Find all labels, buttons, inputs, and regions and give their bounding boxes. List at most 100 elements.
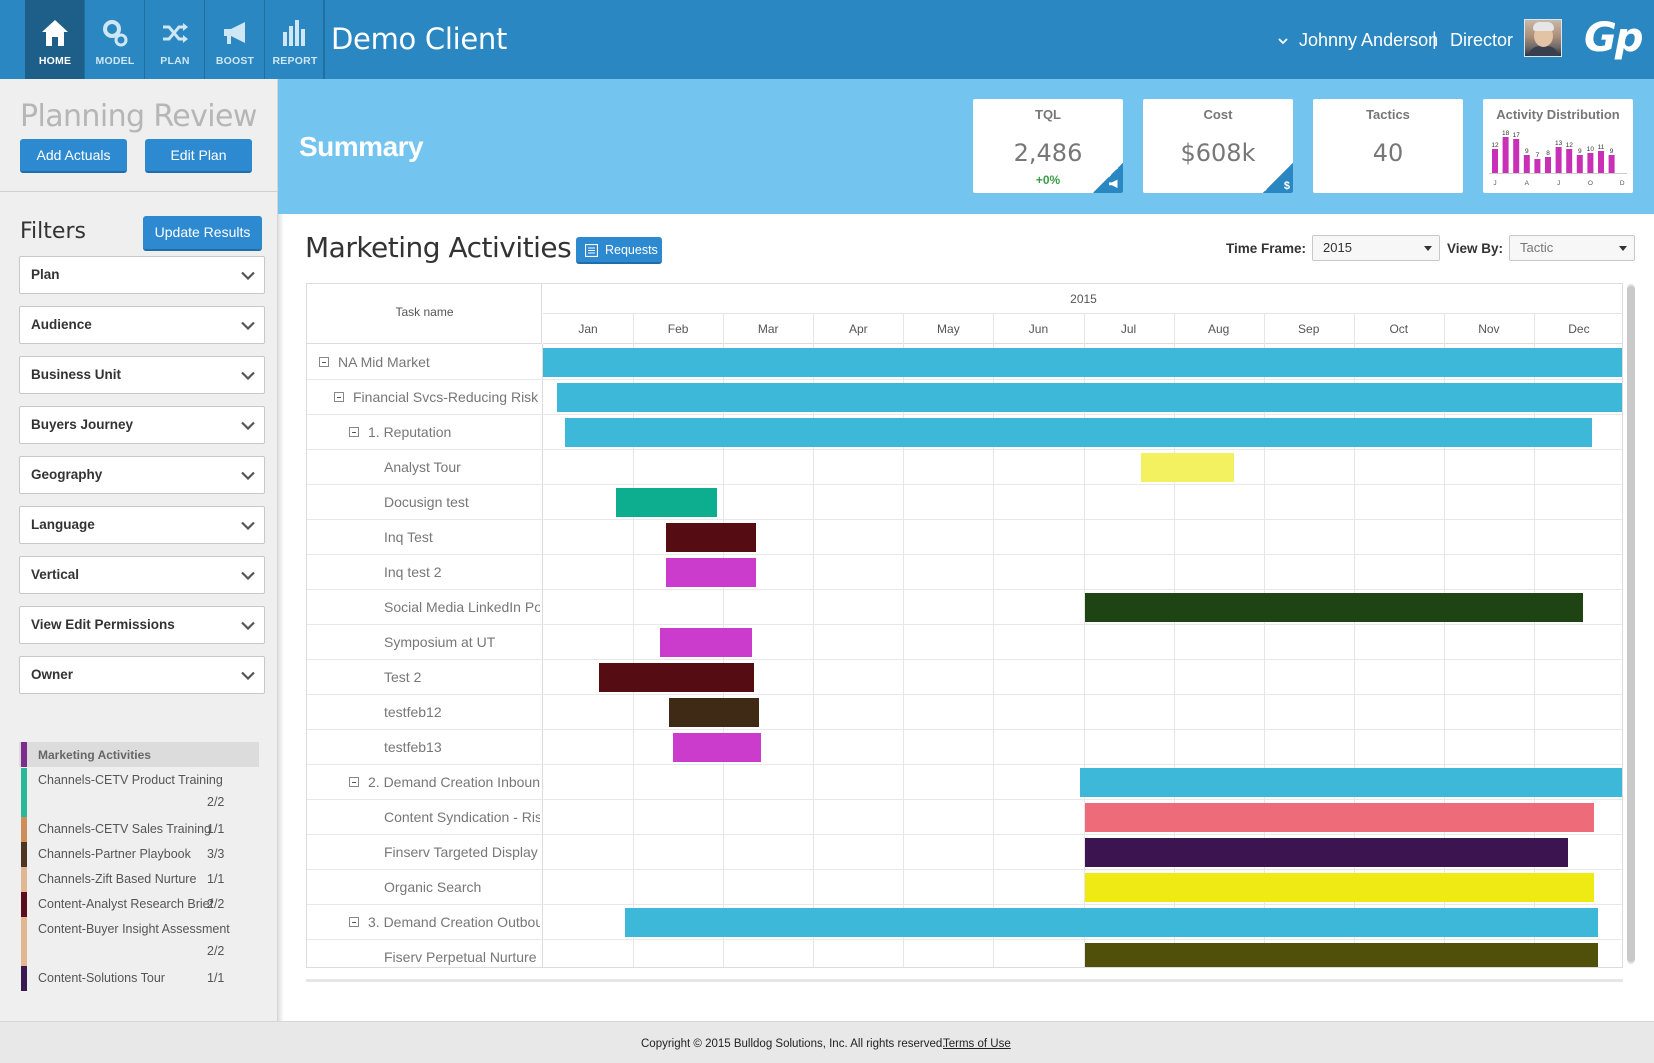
month-label: Jan	[578, 322, 598, 336]
gantt-task-label[interactable]: Docusign test	[384, 494, 540, 510]
kpi-cost-card[interactable]: Cost $608k $	[1143, 99, 1293, 193]
gantt-task-label[interactable]: Analyst Tour	[384, 459, 540, 475]
filter-dropdown-language[interactable]: Language	[19, 506, 265, 544]
gantt-task-label[interactable]: testfeb12	[384, 704, 540, 720]
view-by-select[interactable]: Tactic	[1509, 235, 1635, 261]
nav-home[interactable]: HOME	[25, 0, 85, 79]
filter-dropdown-buyers-journey[interactable]: Buyers Journey	[19, 406, 265, 444]
gantt-bar[interactable]	[1141, 453, 1234, 482]
gantt-bar[interactable]	[624, 908, 1598, 937]
distribution-bar-label: 10	[1587, 146, 1595, 153]
filter-dropdown-audience[interactable]: Audience	[19, 306, 265, 344]
gantt-task-label[interactable]: Content Syndication - Ris	[384, 809, 540, 825]
gantt-task-label[interactable]: Fiserv Perpetual Nurture	[384, 949, 540, 965]
legend-item[interactable]: Channels-CETV Sales Training 1/1	[19, 817, 259, 842]
nav-boost[interactable]: BOOST	[205, 0, 265, 79]
gantt-scrollbar[interactable]	[1627, 284, 1635, 964]
caret-down-icon	[1619, 246, 1627, 251]
gantt-bar[interactable]	[615, 488, 717, 517]
legend-item[interactable]: Content-Solutions Tour 1/1	[19, 966, 259, 991]
user-name[interactable]: Johnny Anderson	[1299, 30, 1438, 51]
gantt-task-label[interactable]: Inq test 2	[384, 564, 540, 580]
gantt-task-label[interactable]: Social Media LinkedIn Po	[384, 599, 540, 615]
panel-shadow	[278, 79, 284, 1021]
gantt-bar[interactable]	[666, 523, 757, 552]
gantt-bar[interactable]	[1085, 943, 1598, 967]
terms-of-use-link[interactable]: Terms of Use	[943, 1038, 1011, 1050]
avatar[interactable]	[1524, 19, 1562, 57]
gantt-task-label[interactable]: 1. Reputation	[368, 424, 540, 440]
nav-model[interactable]: MODEL	[85, 0, 145, 79]
gantt-task-label[interactable]: 2. Demand Creation Inboun	[368, 774, 540, 790]
legend-item-label: Channels-Partner Playbook	[38, 847, 191, 861]
kpi-tactics-card[interactable]: Tactics 40	[1313, 99, 1463, 193]
gantt-task-label[interactable]: Test 2	[384, 669, 540, 685]
gantt-task-label[interactable]: Inq Test	[384, 529, 540, 545]
add-actuals-button[interactable]: Add Actuals	[20, 139, 127, 173]
time-frame-select[interactable]: 2015	[1312, 235, 1440, 261]
distribution-bar	[1534, 159, 1541, 173]
kpi-tql-card[interactable]: TQL 2,486 +0%	[973, 99, 1123, 193]
edit-plan-button[interactable]: Edit Plan	[145, 139, 252, 173]
distribution-x-label: J	[1557, 180, 1560, 187]
gantt-bar[interactable]	[1085, 873, 1595, 902]
legend-item[interactable]: Channels-Partner Playbook 3/3	[19, 842, 259, 867]
gantt-task-label[interactable]: Financial Svcs-Reducing Risk v	[353, 389, 540, 405]
filter-dropdown-view-edit-permissions[interactable]: View Edit Permissions	[19, 606, 265, 644]
distribution-bar	[1576, 155, 1583, 173]
column-divider	[542, 344, 543, 967]
gantt-bar[interactable]	[666, 558, 757, 587]
filter-dropdown-plan[interactable]: Plan	[19, 256, 265, 294]
kpi-value: 40	[1372, 139, 1404, 167]
chevron-down-icon	[241, 671, 255, 680]
nav-model-label: MODEL	[95, 55, 135, 67]
gantt-horizontal-scrollbar[interactable]	[306, 979, 1623, 982]
scrollbar-thumb[interactable]	[1627, 286, 1635, 962]
gantt-task-label[interactable]: 3. Demand Creation Outbou	[368, 914, 540, 930]
section-title: Marketing Activities	[305, 231, 572, 264]
gantt-bar[interactable]	[1085, 838, 1569, 867]
chevron-down-icon	[241, 271, 255, 280]
filter-dropdown-vertical[interactable]: Vertical	[19, 556, 265, 594]
legend-swatch	[21, 917, 27, 966]
kpi-title: Cost	[1203, 107, 1233, 122]
gantt-bar[interactable]	[564, 418, 1593, 447]
legend-item[interactable]: Channels-Zift Based Nurture 1/1	[19, 867, 259, 892]
filter-dropdown-owner[interactable]: Owner	[19, 656, 265, 694]
nav-plan[interactable]: PLAN	[145, 0, 205, 79]
distribution-bar-label: 17	[1513, 132, 1521, 139]
gantt-task-label[interactable]: NA Mid Market	[338, 354, 540, 370]
requests-button[interactable]: Requests	[576, 237, 662, 264]
distribution-bar	[1587, 153, 1594, 173]
filter-dropdown-business-unit[interactable]: Business Unit	[19, 356, 265, 394]
gantt-task-label[interactable]: testfeb13	[384, 739, 540, 755]
gantt-bar[interactable]	[543, 348, 1622, 377]
chevron-down-icon	[241, 621, 255, 630]
collapse-toggle-icon[interactable]	[349, 917, 359, 927]
gantt-bar[interactable]	[1085, 803, 1595, 832]
copyright-text: Copyright © 2015 Bulldog Solutions, Inc.…	[641, 1038, 946, 1050]
update-results-button[interactable]: Update Results	[143, 216, 262, 251]
legend-item[interactable]: Content-Buyer Insight Assessment 2/2	[19, 917, 259, 966]
chevron-down-icon[interactable]	[1278, 36, 1288, 46]
collapse-toggle-icon[interactable]	[319, 357, 329, 367]
legend-item[interactable]: Channels-CETV Product Training 2/2	[19, 768, 259, 817]
gantt-bar[interactable]	[672, 733, 761, 762]
gantt-bar[interactable]	[1085, 593, 1583, 622]
gantt-bar[interactable]	[1079, 768, 1622, 797]
gantt-bar[interactable]	[556, 383, 1622, 412]
collapse-toggle-icon[interactable]	[349, 777, 359, 787]
filter-dropdown-geography[interactable]: Geography	[19, 456, 265, 494]
gantt-task-label[interactable]: Symposium at UT	[384, 634, 540, 650]
gantt-task-label[interactable]: Organic Search	[384, 879, 540, 895]
gantt-bar[interactable]	[660, 628, 752, 657]
collapse-toggle-icon[interactable]	[334, 392, 344, 402]
gantt-bar[interactable]	[598, 663, 754, 692]
collapse-toggle-icon[interactable]	[349, 427, 359, 437]
nav-report[interactable]: REPORT	[265, 0, 325, 79]
legend-item[interactable]: Content-Analyst Research Brief 2/2	[19, 892, 259, 917]
gantt-task-label[interactable]: Finserv Targeted Display	[384, 844, 540, 860]
legend-swatch	[21, 817, 27, 842]
kpi-activity-distribution-card[interactable]: Activity Distribution 12 18 17 9 7 8 13 12 9 10 11…	[1483, 99, 1633, 193]
gantt-bar[interactable]	[669, 698, 760, 727]
